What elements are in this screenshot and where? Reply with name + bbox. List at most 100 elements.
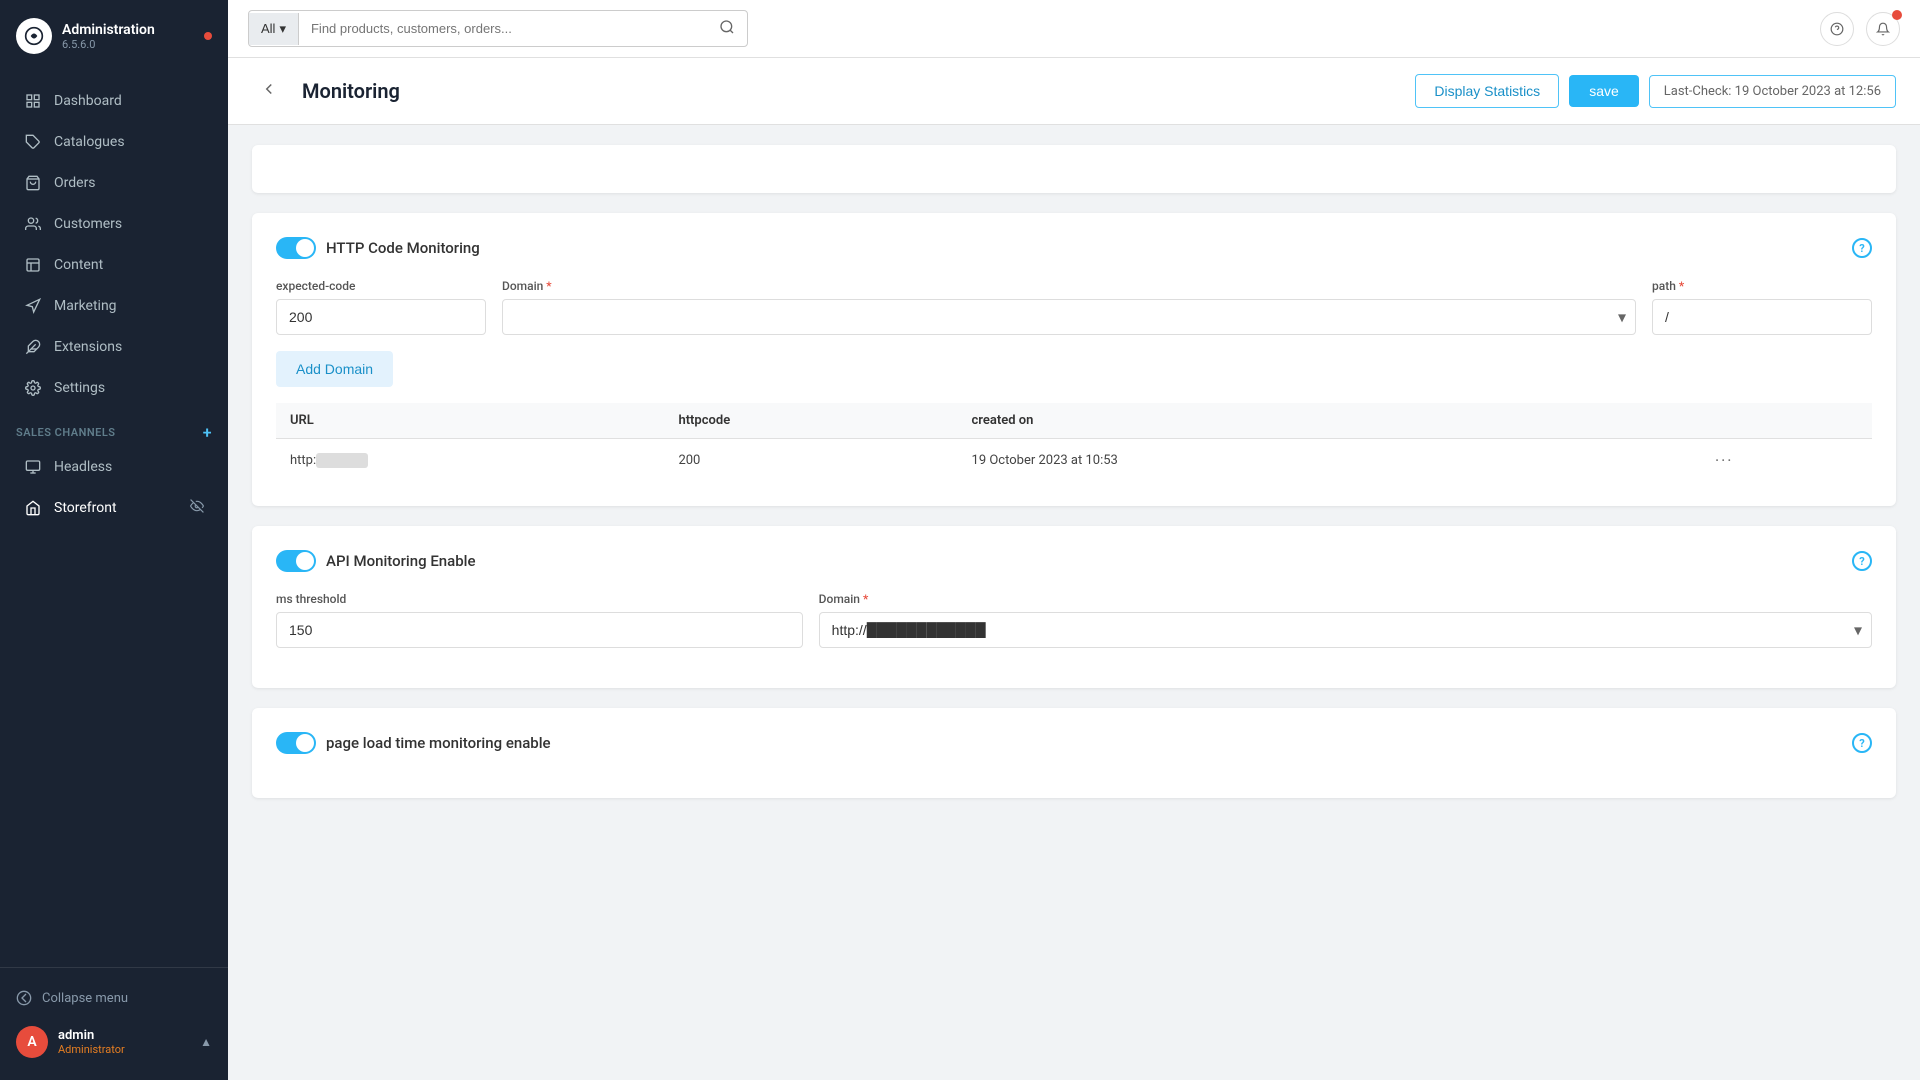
user-info: admin Administrator <box>58 1028 125 1056</box>
sidebar-label-storefront: Storefront <box>54 500 117 516</box>
puzzle-icon <box>24 338 42 356</box>
expected-code-group: expected-code <box>276 279 486 335</box>
api-domain-group: Domain * http://████████████ <box>819 592 1872 648</box>
sales-channels-section: Sales Channels + <box>0 409 228 446</box>
user-avatar: A <box>16 1026 48 1058</box>
sidebar-label-settings: Settings <box>54 380 105 396</box>
search-dropdown-btn[interactable]: All ▾ <box>249 13 299 45</box>
app-name: Administration <box>62 22 155 38</box>
user-section[interactable]: A admin Administrator ▲ <box>0 1016 228 1068</box>
page-load-section-title-row: page load time monitoring enable <box>276 732 551 754</box>
notifications-btn[interactable] <box>1866 12 1900 46</box>
sidebar-label-customers: Customers <box>54 216 122 232</box>
sidebar-item-marketing[interactable]: Marketing <box>8 286 220 326</box>
path-group: path * <box>1652 279 1872 335</box>
cell-more-actions[interactable]: ··· <box>1701 439 1872 483</box>
user-name: admin <box>58 1028 125 1043</box>
layout-icon <box>24 256 42 274</box>
http-help-icon[interactable]: ? <box>1852 238 1872 258</box>
search-input[interactable] <box>299 13 707 44</box>
page-title: Monitoring <box>302 79 400 103</box>
page-header: Monitoring Display Statistics save Last-… <box>228 58 1920 125</box>
api-domain-select[interactable]: http://████████████ <box>819 612 1872 648</box>
user-menu-chevron[interactable]: ▲ <box>200 1035 212 1049</box>
path-input[interactable] <box>1652 299 1872 335</box>
col-created-on: created on <box>958 403 1599 439</box>
sidebar-nav: Dashboard Catalogues Orders <box>0 72 228 967</box>
api-form-row: ms threshold Domain * http://███████████… <box>276 592 1872 648</box>
page-load-help-icon[interactable]: ? <box>1852 733 1872 753</box>
search-submit-btn[interactable] <box>707 11 747 46</box>
expected-code-label: expected-code <box>276 279 486 293</box>
http-monitoring-card: HTTP Code Monitoring ? expected-code Dom… <box>252 213 1896 506</box>
col-actions-2 <box>1701 403 1872 439</box>
storefront-visibility-icon[interactable] <box>190 499 204 517</box>
app-info: Administration 6.5.6.0 <box>62 22 155 51</box>
ms-threshold-input[interactable] <box>276 612 803 648</box>
content-area: Monitoring Display Statistics save Last-… <box>228 58 1920 1080</box>
sidebar-item-content[interactable]: Content <box>8 245 220 285</box>
app-logo <box>16 18 52 54</box>
api-monitoring-label: API Monitoring Enable <box>326 552 476 570</box>
back-btn[interactable] <box>252 76 286 107</box>
app-version: 6.5.6.0 <box>62 38 155 51</box>
sidebar-label-extensions: Extensions <box>54 339 122 355</box>
sidebar-item-dashboard[interactable]: Dashboard <box>8 81 220 121</box>
page-load-monitoring-label: page load time monitoring enable <box>326 734 551 752</box>
sidebar-label-content: Content <box>54 257 103 273</box>
sidebar-item-catalogues[interactable]: Catalogues <box>8 122 220 162</box>
api-help-icon[interactable]: ? <box>1852 551 1872 571</box>
domain-label: Domain * <box>502 279 1636 293</box>
last-check-badge: Last-Check: 19 October 2023 at 12:56 <box>1649 75 1896 108</box>
tag-icon <box>24 133 42 151</box>
sidebar-item-headless[interactable]: Headless <box>8 447 220 487</box>
http-monitoring-toggle[interactable] <box>276 237 316 259</box>
notification-dot <box>204 32 212 40</box>
row-actions-btn[interactable]: ··· <box>1715 451 1734 470</box>
url-blurred <box>316 453 368 468</box>
help-btn[interactable] <box>1820 12 1854 46</box>
api-domain-select-wrapper: http://████████████ <box>819 612 1872 648</box>
col-httpcode: httpcode <box>664 403 957 439</box>
gear-icon <box>24 379 42 397</box>
sidebar-label-catalogues: Catalogues <box>54 134 125 150</box>
page-load-section-header: page load time monitoring enable ? <box>276 732 1872 754</box>
sidebar-bottom: Collapse menu A admin Administrator ▲ <box>0 967 228 1080</box>
display-stats-btn[interactable]: Display Statistics <box>1415 74 1559 108</box>
grid-icon <box>24 92 42 110</box>
scrollable-content: HTTP Code Monitoring ? expected-code Dom… <box>228 125 1920 1080</box>
sidebar-item-customers[interactable]: Customers <box>8 204 220 244</box>
collapse-menu-btn[interactable]: Collapse menu <box>0 980 228 1016</box>
col-url: URL <box>276 403 664 439</box>
add-sales-channel-btn[interactable]: + <box>203 423 212 442</box>
table-row: http: 200 19 October 2023 at 10:53 ··· <box>276 439 1872 483</box>
cell-httpcode: 200 <box>664 439 957 483</box>
page-load-monitoring-toggle[interactable] <box>276 732 316 754</box>
topbar: All ▾ <box>228 0 1920 58</box>
sidebar-label-orders: Orders <box>54 175 96 191</box>
storefront-icon <box>24 499 42 517</box>
sidebar-item-orders[interactable]: Orders <box>8 163 220 203</box>
cell-created-on: 19 October 2023 at 10:53 <box>958 439 1599 483</box>
sidebar-item-extensions[interactable]: Extensions <box>8 327 220 367</box>
page-header-actions: Display Statistics save Last-Check: 19 O… <box>1415 74 1896 108</box>
table-header-row: URL httpcode created on <box>276 403 1872 439</box>
api-monitoring-toggle[interactable] <box>276 550 316 572</box>
headless-icon <box>24 458 42 476</box>
sidebar-label-dashboard: Dashboard <box>54 93 122 109</box>
page-load-monitoring-card: page load time monitoring enable ? <box>252 708 1896 798</box>
ms-threshold-group: ms threshold <box>276 592 803 648</box>
collapse-menu-label: Collapse menu <box>42 991 128 1006</box>
api-monitoring-card: API Monitoring Enable ? ms threshold Dom… <box>252 526 1896 688</box>
sidebar-item-settings[interactable]: Settings <box>8 368 220 408</box>
domain-select[interactable] <box>502 299 1636 335</box>
search-container: All ▾ <box>248 10 748 47</box>
sidebar-item-storefront[interactable]: Storefront <box>8 488 220 528</box>
megaphone-icon <box>24 297 42 315</box>
save-btn[interactable]: save <box>1569 75 1639 107</box>
cell-url: http: <box>276 439 664 483</box>
http-form-row: expected-code Domain * <box>276 279 1872 335</box>
expected-code-input[interactable] <box>276 299 486 335</box>
cell-action <box>1598 439 1701 483</box>
add-domain-btn[interactable]: Add Domain <box>276 351 393 387</box>
